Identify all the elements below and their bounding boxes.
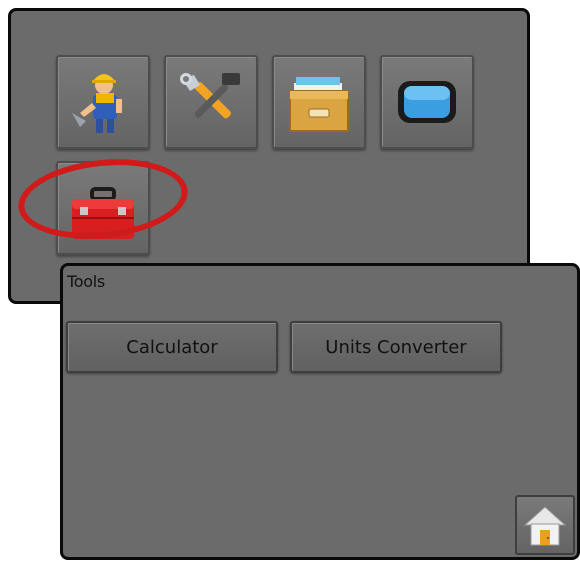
worker-icon xyxy=(72,74,122,133)
console-setup-tile[interactable] xyxy=(380,55,474,149)
tools-panel: Tools Calculator Units Converter xyxy=(60,263,580,560)
file-box-icon xyxy=(289,77,349,132)
display-screen-icon xyxy=(398,81,456,123)
calculator-button[interactable]: Calculator xyxy=(66,321,278,373)
tools-setup-icon xyxy=(180,73,240,119)
home-button[interactable] xyxy=(515,495,575,555)
setup-tile[interactable] xyxy=(164,55,258,149)
data-management-tile[interactable] xyxy=(272,55,366,149)
home-icon xyxy=(523,506,567,546)
operator-tile[interactable] xyxy=(56,55,150,149)
tools-title: Tools xyxy=(67,272,105,291)
units-converter-button[interactable]: Units Converter xyxy=(290,321,502,373)
main-menu-panel xyxy=(8,8,530,304)
